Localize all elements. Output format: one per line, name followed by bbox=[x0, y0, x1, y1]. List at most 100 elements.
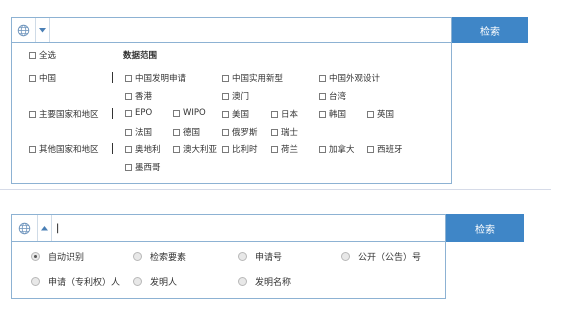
option-checkbox[interactable]: 奥地利 bbox=[125, 143, 161, 155]
option-label: 墨西哥 bbox=[135, 163, 161, 173]
option-label: 香港 bbox=[135, 92, 153, 102]
option-checkbox[interactable]: 英国 bbox=[367, 108, 394, 120]
checkbox-box[interactable] bbox=[319, 92, 326, 100]
checkbox-box[interactable] bbox=[222, 128, 229, 136]
checkbox-box[interactable] bbox=[271, 145, 278, 153]
option-checkbox[interactable]: 西班牙 bbox=[367, 143, 403, 155]
group-checkbox-china[interactable]: 中国 bbox=[29, 72, 56, 84]
radio-applicant[interactable]: 申请（专利权）人 bbox=[31, 275, 120, 288]
option-label: WIPO bbox=[183, 108, 206, 118]
group-separator bbox=[112, 143, 113, 154]
checkbox-box[interactable] bbox=[125, 109, 132, 117]
option-checkbox[interactable]: 德国 bbox=[173, 126, 200, 138]
radio-button[interactable] bbox=[238, 277, 247, 286]
radio-search-elements[interactable]: 检索要素 bbox=[133, 250, 186, 263]
option-checkbox[interactable]: 台湾 bbox=[319, 90, 346, 102]
option-checkbox[interactable]: 中国实用新型 bbox=[222, 72, 283, 84]
checkbox-box[interactable] bbox=[367, 110, 374, 118]
checkbox-box[interactable] bbox=[29, 145, 36, 153]
group-label: 其他国家和地区 bbox=[39, 145, 99, 155]
option-checkbox[interactable]: 香港 bbox=[125, 90, 152, 102]
section-divider bbox=[0, 189, 551, 190]
checkbox-box[interactable] bbox=[29, 110, 36, 118]
option-checkbox[interactable]: 加拿大 bbox=[319, 143, 355, 155]
option-checkbox[interactable]: 澳门 bbox=[222, 90, 249, 102]
radio-label: 自动识别 bbox=[48, 253, 85, 263]
search-button[interactable]: 检索 bbox=[452, 17, 528, 43]
checkbox-box[interactable] bbox=[367, 145, 374, 153]
option-checkbox[interactable]: 中国发明申请 bbox=[125, 72, 186, 84]
checkbox-box[interactable] bbox=[271, 110, 278, 118]
checkbox-box[interactable] bbox=[222, 110, 229, 118]
checkbox-box[interactable] bbox=[173, 109, 180, 117]
radio-button[interactable] bbox=[133, 277, 142, 286]
checkbox-box[interactable] bbox=[271, 128, 278, 136]
checkbox-box[interactable] bbox=[173, 145, 180, 153]
option-checkbox[interactable]: 韩国 bbox=[319, 108, 346, 120]
checkbox-box[interactable] bbox=[29, 51, 36, 59]
dropdown-toggle[interactable] bbox=[36, 18, 50, 42]
option-checkbox[interactable]: 瑞士 bbox=[271, 126, 298, 138]
group-separator bbox=[112, 108, 113, 119]
option-label: 澳大利亚 bbox=[183, 145, 218, 155]
dropdown-toggle[interactable] bbox=[38, 215, 52, 241]
radio-auto-detect[interactable]: 自动识别 bbox=[31, 250, 84, 263]
search-input[interactable] bbox=[52, 215, 445, 241]
option-checkbox[interactable]: 比利时 bbox=[222, 143, 258, 155]
option-label: 中国实用新型 bbox=[232, 74, 284, 84]
radio-publication-number[interactable]: 公开（公告）号 bbox=[341, 250, 421, 263]
group-separator bbox=[112, 72, 113, 83]
radio-button[interactable] bbox=[31, 252, 40, 261]
radio-application-number[interactable]: 申请号 bbox=[238, 250, 282, 263]
checkbox-box[interactable] bbox=[222, 145, 229, 153]
radio-label: 申请（专利权）人 bbox=[48, 278, 121, 288]
option-checkbox[interactable]: 荷兰 bbox=[271, 143, 298, 155]
radio-invention-title[interactable]: 发明名称 bbox=[238, 275, 291, 288]
option-checkbox[interactable]: WIPO bbox=[173, 108, 206, 118]
search-bar-top bbox=[11, 17, 452, 43]
option-checkbox[interactable]: 俄罗斯 bbox=[222, 126, 258, 138]
group-label: 主要国家和地区 bbox=[39, 110, 99, 120]
checkbox-box[interactable] bbox=[125, 128, 132, 136]
option-checkbox[interactable]: 美国 bbox=[222, 108, 249, 120]
checkbox-box[interactable] bbox=[319, 110, 326, 118]
option-checkbox[interactable]: 中国外观设计 bbox=[319, 72, 380, 84]
checkbox-box[interactable] bbox=[125, 92, 132, 100]
checkbox-box[interactable] bbox=[125, 74, 132, 82]
checkbox-box[interactable] bbox=[29, 74, 36, 82]
radio-button[interactable] bbox=[31, 277, 40, 286]
checkbox-box[interactable] bbox=[222, 74, 229, 82]
option-checkbox[interactable]: 法国 bbox=[125, 126, 152, 138]
search-button[interactable]: 检索 bbox=[446, 214, 524, 242]
group-checkbox-other[interactable]: 其他国家和地区 bbox=[29, 143, 99, 155]
group-label: 中国 bbox=[39, 74, 57, 84]
checkbox-box[interactable] bbox=[319, 74, 326, 82]
checkbox-box[interactable] bbox=[222, 92, 229, 100]
option-label: 中国外观设计 bbox=[329, 74, 381, 84]
checkbox-box[interactable] bbox=[173, 128, 180, 136]
radio-inventor[interactable]: 发明人 bbox=[133, 275, 177, 288]
select-all-label: 全选 bbox=[39, 51, 57, 61]
radio-button[interactable] bbox=[341, 252, 350, 261]
option-label: 加拿大 bbox=[329, 145, 355, 155]
select-all-checkbox[interactable]: 全选 bbox=[29, 49, 56, 61]
option-checkbox[interactable]: 墨西哥 bbox=[125, 161, 161, 173]
checkbox-box[interactable] bbox=[319, 145, 326, 153]
globe-icon bbox=[18, 222, 31, 234]
group-checkbox-major[interactable]: 主要国家和地区 bbox=[29, 108, 99, 120]
globe-button[interactable] bbox=[12, 215, 38, 241]
option-checkbox[interactable]: 澳大利亚 bbox=[173, 143, 217, 155]
data-range-heading: 数据范围 bbox=[123, 51, 158, 61]
option-label: 瑞士 bbox=[281, 128, 299, 138]
triangle-up-icon bbox=[41, 225, 48, 230]
globe-button[interactable] bbox=[12, 18, 36, 42]
checkbox-box[interactable] bbox=[125, 145, 132, 153]
option-label: 日本 bbox=[281, 110, 299, 120]
option-checkbox[interactable]: 日本 bbox=[271, 108, 298, 120]
radio-button[interactable] bbox=[133, 252, 142, 261]
checkbox-box[interactable] bbox=[125, 163, 132, 171]
radio-button[interactable] bbox=[238, 252, 247, 261]
option-label: 澳门 bbox=[232, 92, 250, 102]
search-input[interactable] bbox=[50, 18, 451, 42]
option-checkbox[interactable]: EPO bbox=[125, 108, 152, 118]
